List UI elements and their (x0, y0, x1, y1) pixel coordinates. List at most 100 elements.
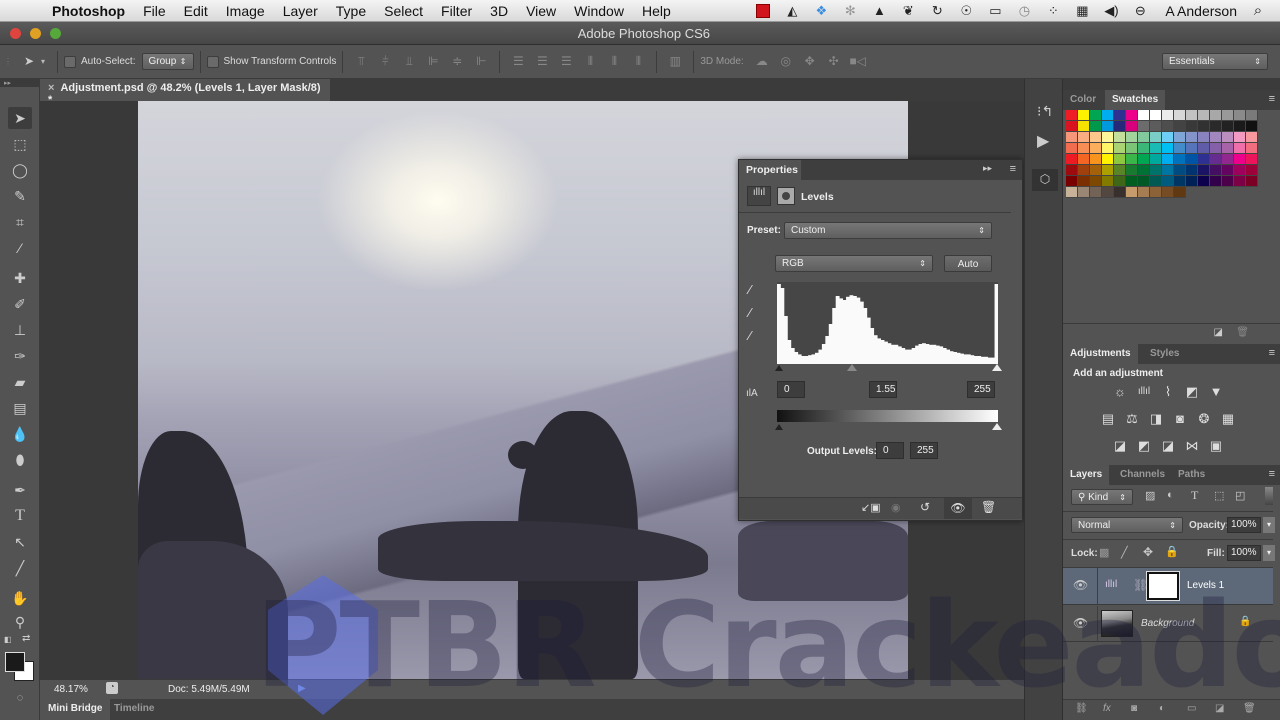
tab-swatches[interactable]: Swatches (1105, 90, 1166, 110)
swatch[interactable] (1114, 121, 1126, 132)
swatch[interactable] (1210, 132, 1222, 143)
tab-color[interactable]: Color (1063, 90, 1103, 110)
swatch[interactable] (1210, 121, 1222, 132)
swatch[interactable] (1174, 187, 1186, 198)
swatch[interactable] (1186, 143, 1198, 154)
align-top-icon[interactable]: ⫪ (352, 54, 370, 70)
swatch[interactable] (1090, 176, 1102, 187)
eraser-tool-icon[interactable]: ▰ (8, 371, 32, 393)
swap-colors-icon[interactable]: ⇄ (22, 633, 30, 644)
volume-icon[interactable]: ◀) (1103, 3, 1119, 19)
align-left-icon[interactable]: ⊫ (424, 54, 442, 70)
menu-type[interactable]: Type (336, 3, 366, 19)
swatch[interactable] (1222, 121, 1234, 132)
black-point-eyedropper-icon[interactable]: ⁄ (749, 282, 751, 297)
input-gamma-field[interactable]: 1.55 (869, 381, 897, 398)
delete-swatch-icon[interactable]: 🗑 (1236, 327, 1249, 338)
bell-icon[interactable]: ▲ (871, 3, 887, 19)
distribute-right-icon[interactable]: ⦀ (629, 54, 647, 70)
swatch[interactable] (1246, 121, 1258, 132)
filter-smart-object-icon[interactable]: ◰ (1235, 489, 1245, 502)
toggle-visibility-icon[interactable]: 👁 (944, 498, 972, 519)
swatch[interactable] (1066, 132, 1078, 143)
menu-edit[interactable]: Edit (184, 3, 208, 19)
exposure-icon[interactable]: ◩ (1183, 384, 1201, 400)
spotlight-search-icon[interactable]: ⌕ (1250, 2, 1266, 19)
delete-adjustment-icon[interactable]: 🗑 (981, 500, 996, 514)
distribute-bottom-icon[interactable]: ☰ (557, 54, 575, 70)
status-export-icon[interactable]: ◔ (106, 682, 118, 694)
swatch[interactable] (1198, 110, 1210, 121)
filter-adjustment-icon[interactable]: ◐ (1167, 489, 1174, 501)
swatch[interactable] (1114, 187, 1126, 198)
toolbar-collapse-icon[interactable]: ▸▸ (0, 79, 40, 87)
swatch[interactable] (1138, 154, 1150, 165)
selective-color-icon[interactable]: ⋈ (1183, 438, 1201, 454)
swatch[interactable] (1198, 121, 1210, 132)
layer-visibility-eye-icon[interactable]: 👁 (1073, 578, 1088, 592)
tab-adjustments[interactable]: Adjustments (1063, 344, 1138, 364)
swatch[interactable] (1210, 154, 1222, 165)
user-name[interactable]: A Anderson (1165, 3, 1237, 19)
output-black-slider[interactable] (775, 424, 783, 430)
filter-pixel-icon[interactable]: ▨ (1145, 489, 1155, 502)
brightness-contrast-icon[interactable]: ☼ (1111, 384, 1129, 400)
minimize-window-button[interactable] (30, 28, 41, 39)
actions-panel-icon[interactable]: ▶ (1037, 131, 1049, 151)
filter-type-icon[interactable]: T (1191, 488, 1198, 503)
zoom-window-button[interactable] (50, 28, 61, 39)
swatch[interactable] (1162, 132, 1174, 143)
tab-mini-bridge[interactable]: Mini Bridge (40, 699, 111, 720)
swatch[interactable] (1078, 110, 1090, 121)
input-black-field[interactable]: 0 (777, 381, 805, 398)
swatch[interactable] (1138, 187, 1150, 198)
swatch[interactable] (1246, 176, 1258, 187)
swatch[interactable] (1066, 121, 1078, 132)
distribute-vcenter-icon[interactable]: ☰ (533, 54, 551, 70)
refresh-icon[interactable]: ↻ (929, 3, 945, 19)
align-bottom-icon[interactable]: ⫫ (400, 54, 418, 70)
panel-menu-icon[interactable]: ≡ (1269, 347, 1275, 359)
swatch[interactable] (1126, 165, 1138, 176)
accessibility-icon[interactable]: ☉ (958, 3, 974, 19)
lock-pixels-icon[interactable]: ╱ (1121, 546, 1128, 559)
lock-position-icon[interactable]: ✥ (1143, 545, 1153, 559)
swatch[interactable] (1102, 110, 1114, 121)
3d-panel-icon[interactable]: ⬡ (1032, 169, 1058, 191)
swatch[interactable] (1090, 187, 1102, 198)
swatch[interactable] (1162, 121, 1174, 132)
marquee-tool-icon[interactable]: ⬚ (8, 133, 32, 155)
swatch[interactable] (1234, 154, 1246, 165)
swatch[interactable] (1174, 121, 1186, 132)
align-right-icon[interactable]: ⊩ (472, 54, 490, 70)
view-previous-state-icon[interactable]: ◉ (891, 501, 901, 514)
zoom-tool-icon[interactable]: ⚲ (8, 611, 32, 633)
swatch[interactable] (1162, 154, 1174, 165)
swatch[interactable] (1198, 132, 1210, 143)
swatch[interactable] (1114, 165, 1126, 176)
swatch[interactable] (1126, 176, 1138, 187)
layer-filter-dropdown[interactable]: ⚲ Kind ⇕ (1071, 489, 1133, 505)
swatch[interactable] (1066, 110, 1078, 121)
path-selection-tool-icon[interactable]: ↖ (8, 531, 32, 553)
layer-name[interactable]: Background (1141, 618, 1194, 629)
preset-dropdown[interactable]: Custom ⇕ (784, 222, 992, 239)
sync-cloud-icon[interactable]: ✻ (842, 3, 858, 19)
color-lookup-icon[interactable]: ▦ (1219, 411, 1237, 427)
swatch[interactable] (1150, 154, 1162, 165)
fill-field[interactable]: 100% (1227, 545, 1261, 561)
menu-app-name[interactable]: Photoshop (52, 3, 125, 19)
align-vcenter-icon[interactable]: ⫩ (376, 54, 394, 70)
swatch[interactable] (1234, 143, 1246, 154)
curves-icon[interactable]: ⌇ (1159, 384, 1177, 400)
swatch[interactable] (1102, 154, 1114, 165)
foreground-color-swatch[interactable] (5, 652, 25, 672)
3d-rotate-icon[interactable]: ☁ (753, 54, 771, 70)
swatch[interactable] (1162, 176, 1174, 187)
swatch[interactable] (1234, 165, 1246, 176)
3d-scale-icon[interactable]: ■◁ (849, 54, 867, 70)
swatch[interactable] (1234, 132, 1246, 143)
calendar-icon[interactable]: ▦ (1074, 3, 1090, 19)
lasso-tool-icon[interactable]: ◯ (8, 159, 32, 181)
show-transform-checkbox[interactable] (206, 55, 219, 68)
